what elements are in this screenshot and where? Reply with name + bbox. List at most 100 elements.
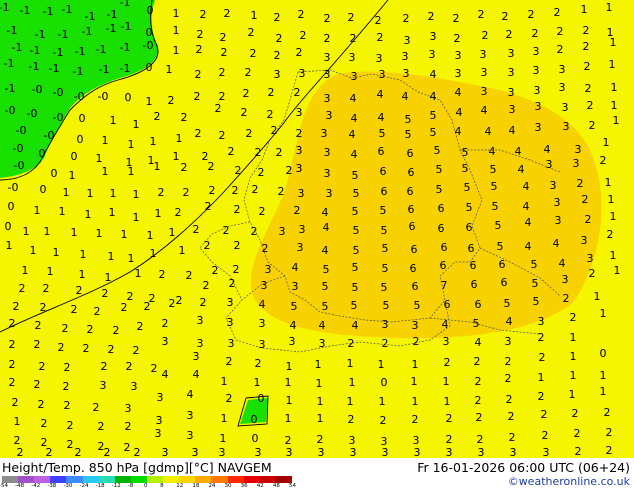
- grid-value: 3: [131, 380, 138, 393]
- temperature-map: -1-1-1-1-1-1-10122122222222222211-1-1-1-…: [0, 0, 634, 458]
- grid-value: 2: [17, 446, 24, 458]
- grid-value: 2: [509, 431, 516, 444]
- color-scale-swatch: [163, 476, 180, 483]
- grid-value: 3: [509, 103, 516, 116]
- grid-value: 6: [438, 202, 445, 215]
- grid-value: 6: [380, 165, 387, 178]
- grid-value: 0: [51, 167, 58, 180]
- grid-value: 0: [258, 392, 265, 405]
- grid-value: 2: [508, 410, 515, 423]
- grid-value: 6: [475, 298, 482, 311]
- grid-value: 1: [570, 350, 577, 363]
- color-scale-tick-label: -30: [63, 483, 73, 489]
- grid-value: 5: [383, 299, 390, 312]
- grid-value: 1: [59, 205, 66, 218]
- grid-value: 2: [39, 360, 46, 373]
- credit-link[interactable]: ©weatheronline.co.uk: [508, 475, 630, 488]
- grid-value: 1: [570, 331, 577, 344]
- color-scale-swatch: [130, 476, 147, 483]
- grid-value: 5: [351, 299, 358, 312]
- grid-value: 1: [444, 395, 451, 408]
- grid-value: 3: [533, 64, 540, 77]
- grid-value: 3: [481, 66, 488, 79]
- grid-value: 0: [252, 432, 259, 445]
- grid-value: 3: [162, 446, 169, 458]
- color-scale-swatch: [66, 476, 83, 483]
- grid-value: 2: [268, 86, 275, 99]
- grid-value: 2: [454, 32, 461, 45]
- grid-value: 1: [105, 271, 112, 284]
- grid-value: 3: [535, 121, 542, 134]
- grid-value: 1: [23, 225, 30, 238]
- grid-value: 4: [319, 319, 326, 332]
- grid-value: 6: [499, 258, 506, 271]
- grid-value: 1: [221, 375, 228, 388]
- grid-value: 1: [613, 114, 620, 127]
- grid-value: 5: [380, 204, 387, 217]
- grid-value: 1: [412, 358, 419, 371]
- grid-value: 2: [126, 360, 133, 373]
- grid-value: 3: [559, 63, 566, 76]
- grid-value: 4: [402, 90, 409, 103]
- grid-value: -1: [106, 22, 117, 35]
- grid-value: 2: [108, 343, 115, 356]
- grid-value: 3: [505, 335, 512, 348]
- grid-value: 6: [444, 298, 451, 311]
- grid-value: 5: [436, 163, 443, 176]
- grid-value: 3: [125, 402, 132, 415]
- grid-value: 2: [71, 303, 78, 316]
- grid-value: 5: [405, 113, 412, 126]
- grid-value: 2: [542, 429, 549, 442]
- grid-value: 6: [471, 278, 478, 291]
- grid-value: 2: [276, 146, 283, 159]
- color-scale-swatch: [98, 476, 115, 483]
- grid-value: 3: [324, 51, 331, 64]
- grid-value: 3: [581, 234, 588, 247]
- grid-value: 5: [491, 180, 498, 193]
- grid-value: 2: [212, 264, 219, 277]
- grid-value: 1: [286, 394, 293, 407]
- grid-value: 2: [159, 268, 166, 281]
- grid-value: 2: [585, 82, 592, 95]
- color-scale-tick-label: 8: [160, 483, 164, 489]
- grid-value: 3: [156, 414, 163, 427]
- grid-value: -0: [27, 107, 38, 120]
- grid-value: 2: [252, 183, 259, 196]
- color-scale-tick-label: -54: [0, 483, 8, 489]
- grid-value: 2: [219, 66, 226, 79]
- grid-value: 3: [379, 68, 386, 81]
- color-scale-tick-label: -18: [95, 483, 105, 489]
- grid-value: 5: [353, 224, 360, 237]
- grid-value: 5: [322, 280, 329, 293]
- grid-value: 3: [559, 81, 566, 94]
- grid-value: 2: [474, 355, 481, 368]
- grid-value: 1: [14, 415, 21, 428]
- grid-value: 1: [570, 369, 577, 382]
- grid-value: -1: [121, 20, 132, 33]
- grid-value: -1: [62, 3, 73, 16]
- grid-value: 5: [495, 219, 502, 232]
- grid-value: 3: [508, 86, 515, 99]
- grid-value: 5: [322, 300, 329, 313]
- grid-value: 1: [569, 388, 576, 401]
- grid-value: 5: [382, 262, 389, 275]
- grid-value: -1: [12, 41, 23, 54]
- grid-value: 2: [200, 8, 207, 21]
- grid-value: 2: [232, 184, 239, 197]
- grid-value: 2: [144, 300, 151, 313]
- grid-value: 2: [67, 438, 74, 451]
- grid-value: 3: [562, 101, 569, 114]
- grid-value: 4: [515, 145, 522, 158]
- grid-value: 3: [261, 279, 268, 292]
- grid-value: 6: [410, 262, 417, 275]
- grid-value: 2: [294, 204, 301, 217]
- grid-value: -1: [73, 65, 84, 78]
- grid-value: 2: [134, 446, 141, 458]
- color-scale-tick-label: 0: [144, 483, 148, 489]
- grid-value: 6: [409, 220, 416, 233]
- grid-value: 3: [538, 315, 545, 328]
- grid-value: 2: [589, 267, 596, 280]
- grid-value: 3: [350, 446, 357, 458]
- grid-value: 1: [30, 244, 37, 257]
- grid-value: 1: [154, 160, 161, 173]
